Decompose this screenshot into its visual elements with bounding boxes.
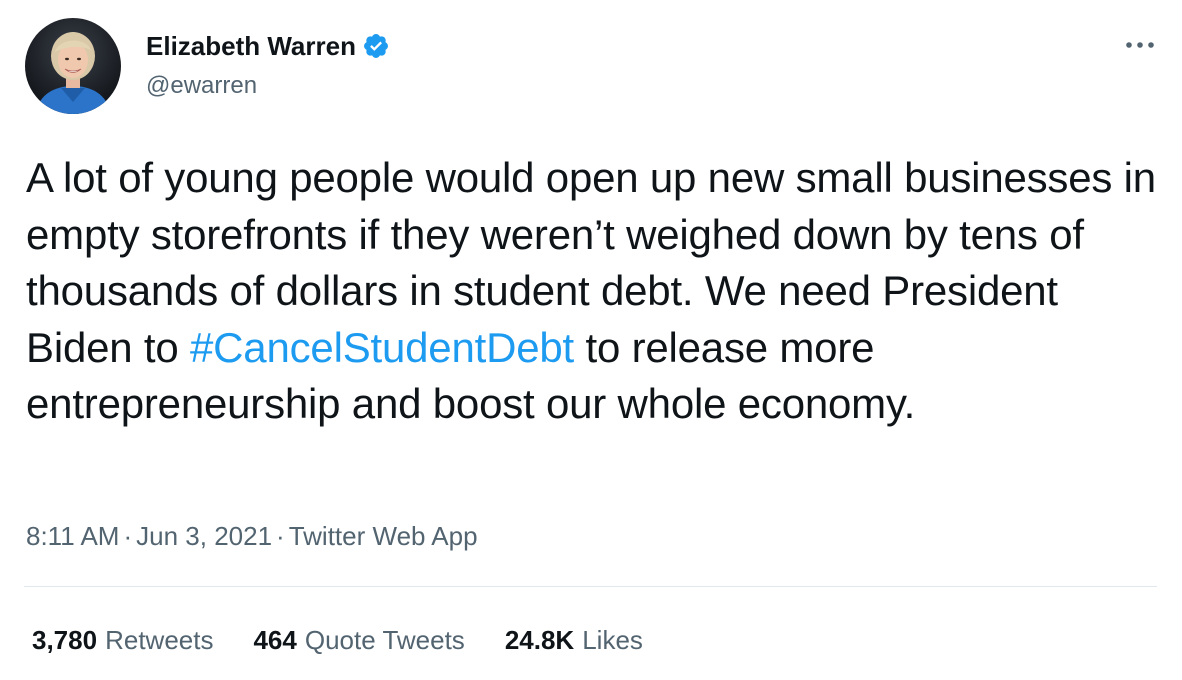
tweet-time[interactable]: 8:11 AM bbox=[26, 521, 119, 551]
tweet-metadata: 8:11 AM · Jun 3, 2021 · Twitter Web App bbox=[26, 514, 478, 558]
likes-count: 24.8K bbox=[504, 625, 575, 655]
meta-separator: · bbox=[276, 521, 285, 551]
quote-tweets-label: Quote Tweets bbox=[304, 625, 465, 655]
likes-stat[interactable]: 24.8K Likes bbox=[505, 618, 643, 662]
author-block: Elizabeth Warren @ewarren bbox=[146, 28, 390, 104]
quote-tweets-count: 464 bbox=[253, 625, 297, 655]
retweets-label: Retweets bbox=[105, 625, 214, 655]
retweets-count: 3,780 bbox=[32, 625, 98, 655]
quote-tweets-stat[interactable]: 464 Quote Tweets bbox=[253, 618, 464, 662]
author-handle[interactable]: @ewarren bbox=[146, 68, 390, 104]
tweet-text: A lot of young people would open up new … bbox=[26, 150, 1166, 433]
tweet-card: Elizabeth Warren @ewarren A lot of young… bbox=[0, 0, 1182, 680]
verified-badge-icon bbox=[362, 32, 390, 60]
avatar[interactable] bbox=[25, 18, 121, 114]
author-name[interactable]: Elizabeth Warren bbox=[146, 28, 356, 64]
tweet-source[interactable]: Twitter Web App bbox=[289, 521, 478, 551]
likes-label: Likes bbox=[582, 625, 643, 655]
avatar-image bbox=[25, 18, 121, 114]
meta-separator: · bbox=[123, 521, 133, 551]
more-options-icon[interactable] bbox=[1120, 30, 1160, 60]
retweets-stat[interactable]: 3,780 Retweets bbox=[32, 618, 213, 662]
tweet-date[interactable]: Jun 3, 2021 bbox=[136, 521, 272, 551]
engagement-stats: 3,780 Retweets 464 Quote Tweets 24.8K Likes bbox=[32, 618, 683, 662]
hashtag-link[interactable]: #CancelStudentDebt bbox=[190, 324, 574, 371]
divider bbox=[24, 586, 1157, 587]
author-name-row: Elizabeth Warren bbox=[146, 28, 390, 64]
